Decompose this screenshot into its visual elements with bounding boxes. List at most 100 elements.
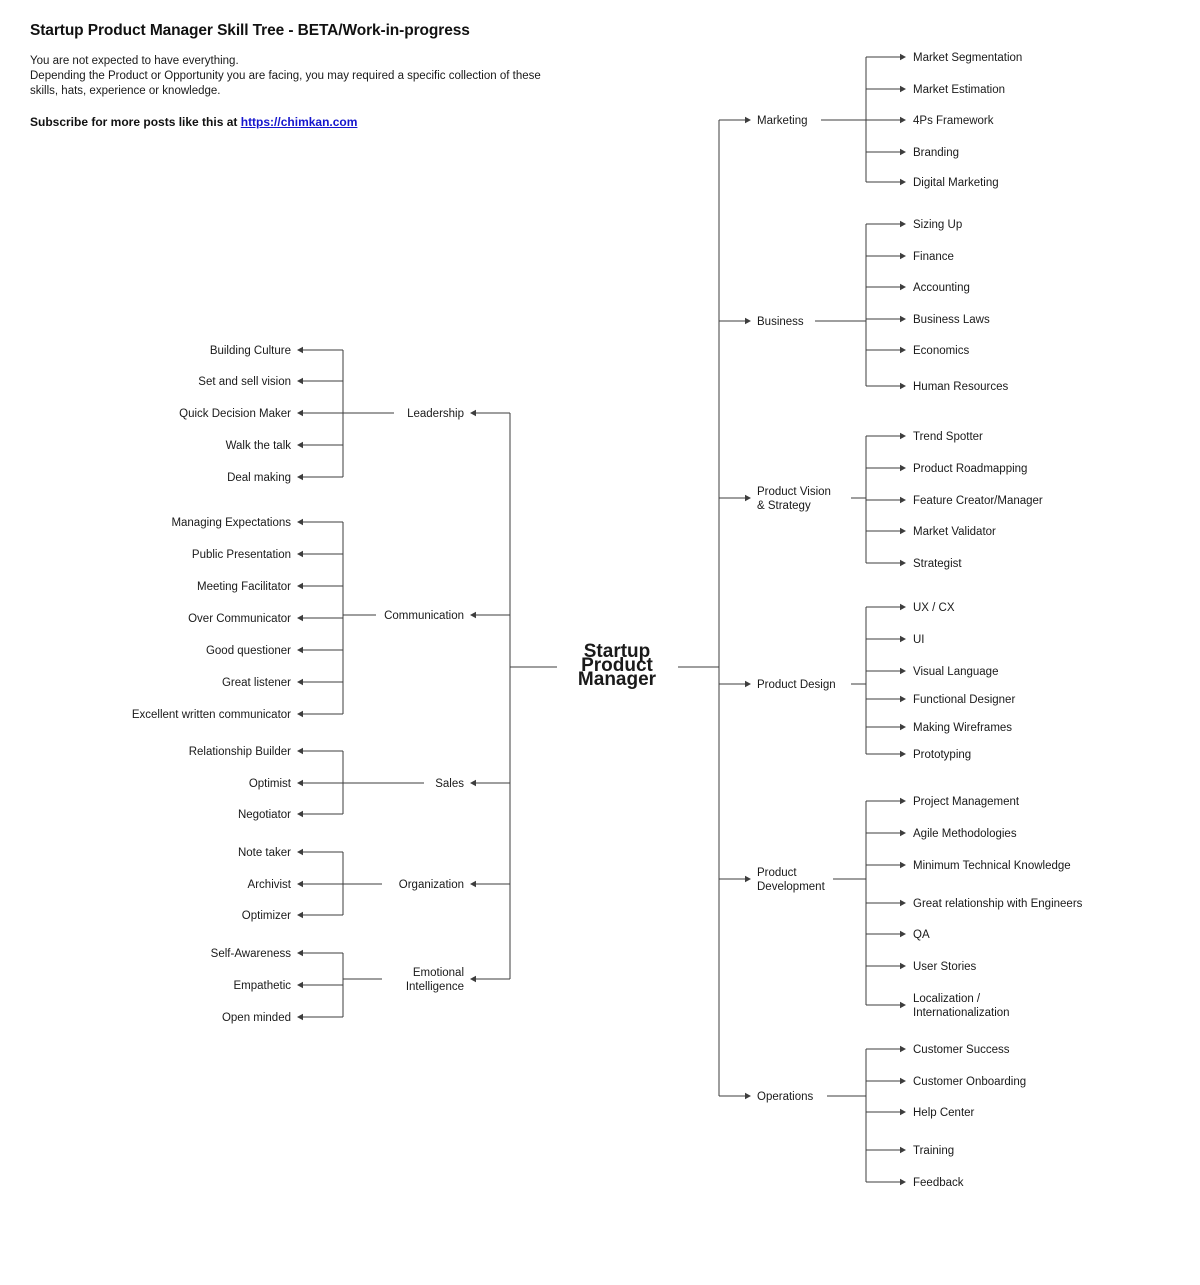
arrow-head-icon-visual-language (900, 667, 906, 675)
arrow-head-icon-quick-decision-maker (297, 409, 303, 417)
arrow-head-icon-public-presentation (297, 550, 303, 558)
leaf-label-meeting-facilitator: Meeting Facilitator (197, 581, 291, 593)
arrow-head-icon-product-design (745, 680, 751, 688)
branch-label-leadership: Leadership (407, 408, 464, 420)
arrow-head-icon-prototyping (900, 750, 906, 758)
arrow-head-icon-strategist (900, 559, 906, 567)
arrow-head-icon-market-segmentation (900, 53, 906, 61)
leaf-label-optimizer: Optimizer (242, 910, 291, 922)
arrow-head-icon-help-center (900, 1108, 906, 1116)
arrow-head-icon-building-culture (297, 346, 303, 354)
arrow-head-icon-operations (745, 1092, 751, 1100)
leaf-label-building-culture: Building Culture (210, 345, 291, 357)
branch-label-emotional-intelligence: Emotional Intelligence (406, 967, 464, 993)
leaf-label-great-relationship-with-engineers: Great relationship with Engineers (913, 898, 1083, 910)
arrow-head-icon-user-stories (900, 962, 906, 970)
leaf-label-branding: Branding (913, 147, 959, 159)
arrow-head-icon-excellent-written-communicator (297, 710, 303, 718)
arrow-head-icon-customer-onboarding (900, 1077, 906, 1085)
arrow-head-icon-sizing-up (900, 220, 906, 228)
leaf-label-market-segmentation: Market Segmentation (913, 52, 1022, 64)
arrow-head-icon-great-relationship-with-engineers (900, 899, 906, 907)
leaf-label-empathetic: Empathetic (233, 980, 291, 992)
arrow-head-icon-sales (470, 779, 476, 787)
arrow-head-icon-good-questioner (297, 646, 303, 654)
arrow-head-icon-feedback (900, 1178, 906, 1186)
arrow-head-icon-ui (900, 635, 906, 643)
leaf-label-visual-language: Visual Language (913, 666, 998, 678)
leaf-label-finance: Finance (913, 251, 954, 263)
leaf-label-minimum-technical-knowledge: Minimum Technical Knowledge (913, 860, 1071, 872)
arrow-head-icon-meeting-facilitator (297, 582, 303, 590)
leaf-label-4ps-framework: 4Ps Framework (913, 115, 994, 127)
leaf-label-customer-onboarding: Customer Onboarding (913, 1076, 1026, 1088)
leaf-label-project-management: Project Management (913, 796, 1020, 808)
arrow-head-icon-feature-creator-manager (900, 496, 906, 504)
branch-label-sales: Sales (435, 778, 464, 790)
branch-label-product-vision-strategy: Product Vision & Strategy (757, 486, 831, 512)
arrow-head-icon-human-resources (900, 382, 906, 390)
leaf-label-archivist: Archivist (248, 879, 292, 891)
leaf-label-market-estimation: Market Estimation (913, 84, 1005, 96)
arrow-head-icon-accounting (900, 283, 906, 291)
arrow-head-icon-emotional-intelligence (470, 975, 476, 983)
root-node-startup-product-manager: Startup Product Manager (578, 641, 657, 690)
leaf-label-good-questioner: Good questioner (206, 645, 291, 657)
arrow-head-icon-training (900, 1146, 906, 1154)
leaf-label-over-communicator: Over Communicator (188, 613, 291, 625)
branch-label-business: Business (757, 316, 804, 328)
arrow-head-icon-digital-marketing (900, 178, 906, 186)
branch-label-communication: Communication (384, 610, 464, 622)
leaf-label-localization-internationalization: Localization / Internationalization (913, 993, 1010, 1019)
leaf-label-deal-making: Deal making (227, 472, 291, 484)
arrow-head-icon-trend-spotter (900, 432, 906, 440)
leaf-label-making-wireframes: Making Wireframes (913, 722, 1012, 734)
leaf-label-quick-decision-maker: Quick Decision Maker (179, 408, 291, 420)
arrow-head-icon-relationship-builder (297, 747, 303, 755)
leaf-label-excellent-written-communicator: Excellent written communicator (132, 709, 291, 721)
arrow-head-icon-finance (900, 252, 906, 260)
leaf-label-human-resources: Human Resources (913, 381, 1008, 393)
arrow-head-icon-localization-internationalization (900, 1001, 906, 1009)
arrow-head-icon-minimum-technical-knowledge (900, 861, 906, 869)
leaf-label-set-and-sell-vision: Set and sell vision (198, 376, 291, 388)
leaf-label-digital-marketing: Digital Marketing (913, 177, 999, 189)
skill-tree-page: Startup Product Manager Skill Tree - BET… (0, 0, 1200, 1285)
leaf-label-great-listener: Great listener (222, 677, 291, 689)
arrow-head-icon-archivist (297, 880, 303, 888)
tree-labels: Startup Product Manager Leadership Building … (132, 52, 1083, 1189)
arrow-head-icon-communication (470, 611, 476, 619)
leaf-label-optimist: Optimist (249, 778, 292, 790)
arrow-head-icon-marketing (745, 116, 751, 124)
arrow-head-icon-ux-cx (900, 603, 906, 611)
arrow-head-icon-negotiator (297, 810, 303, 818)
leaf-label-help-center: Help Center (913, 1107, 975, 1119)
arrow-head-icon-set-and-sell-vision (297, 377, 303, 385)
arrow-head-icon-great-listener (297, 678, 303, 686)
leaf-label-prototyping: Prototyping (913, 749, 971, 761)
arrow-head-icon-product-development (745, 875, 751, 883)
arrow-head-icon-market-estimation (900, 85, 906, 93)
arrow-head-icon-optimizer (297, 911, 303, 919)
leaf-label-relationship-builder: Relationship Builder (189, 746, 291, 758)
branch-label-product-design: Product Design (757, 679, 836, 691)
leaf-label-walk-the-talk: Walk the talk (226, 440, 292, 452)
arrow-head-icon-over-communicator (297, 614, 303, 622)
arrow-head-icon-leadership (470, 409, 476, 417)
leaf-label-sizing-up: Sizing Up (913, 219, 962, 231)
leaf-label-negotiator: Negotiator (238, 809, 291, 821)
branch-label-organization: Organization (399, 879, 464, 891)
leaf-label-ui: UI (913, 634, 925, 646)
arrow-head-icon-4ps-framework (900, 116, 906, 124)
arrow-head-icon-branding (900, 148, 906, 156)
arrow-head-icon-empathetic (297, 981, 303, 989)
leaf-label-product-roadmapping: Product Roadmapping (913, 463, 1027, 475)
arrow-head-icon-customer-success (900, 1045, 906, 1053)
arrow-head-icon-functional-designer (900, 695, 906, 703)
arrow-head-icon-business-laws (900, 315, 906, 323)
leaf-label-economics: Economics (913, 345, 969, 357)
arrow-head-icon-product-vision-strategy (745, 494, 751, 502)
leaf-label-self-awareness: Self-Awareness (211, 948, 292, 960)
branch-label-marketing: Marketing (757, 115, 808, 127)
arrow-head-icon-product-roadmapping (900, 464, 906, 472)
